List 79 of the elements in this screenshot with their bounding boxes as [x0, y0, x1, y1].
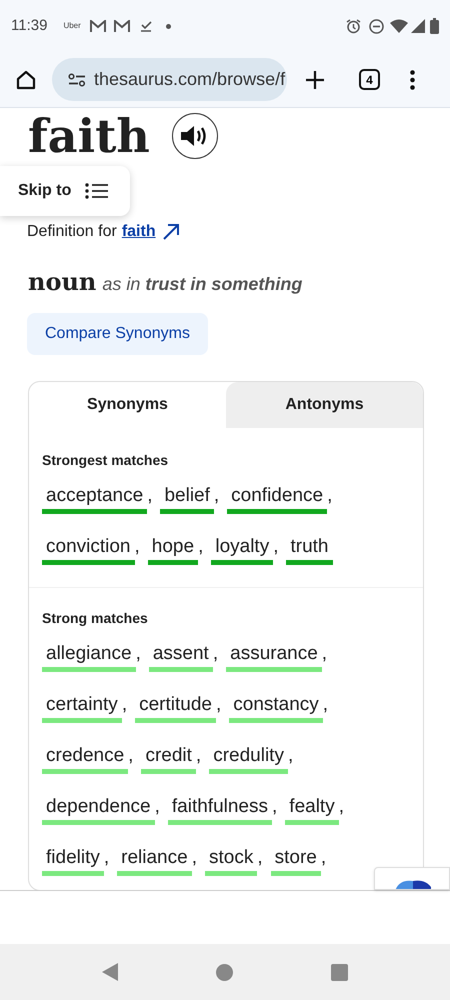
external-link-icon[interactable] [162, 223, 180, 241]
synonym-link[interactable]: credence [42, 743, 128, 774]
notification-label: Uber [63, 20, 81, 32]
comma: , [122, 693, 128, 717]
comma: , [338, 795, 344, 819]
synonym-link[interactable]: constancy [229, 692, 323, 723]
comma: , [192, 846, 197, 870]
do-not-disturb-icon [369, 18, 384, 34]
sense-text: as in trust in something [102, 273, 302, 296]
synonym-link[interactable]: fealty [285, 794, 339, 825]
more-menu-icon[interactable] [410, 70, 415, 90]
synonym-link[interactable]: loyalty [211, 534, 274, 565]
home-icon[interactable] [16, 70, 36, 90]
mail-icon [114, 20, 130, 32]
download-done-icon [140, 20, 152, 32]
comma: , [216, 693, 222, 717]
synonym-link[interactable]: truth [286, 534, 333, 565]
synonym-link[interactable]: credulity [209, 743, 288, 774]
synonym-link[interactable]: fidelity [42, 845, 104, 876]
comma: , [272, 795, 278, 819]
skip-to-label: Skip to [18, 181, 72, 201]
list-icon [85, 183, 108, 199]
comma: , [154, 795, 160, 819]
synonym-link[interactable]: reliance [117, 845, 192, 876]
synonym-link[interactable]: allegiance [42, 641, 136, 672]
comma: , [128, 744, 134, 768]
synonym-link[interactable]: assurance [226, 641, 322, 672]
comma: , [214, 484, 220, 508]
battery-icon [430, 18, 439, 34]
group-heading: Strongest matches [42, 451, 170, 470]
comma: , [320, 846, 326, 870]
synonym-link[interactable]: conviction [42, 534, 134, 565]
part-of-speech: noun [28, 266, 96, 298]
wifi-icon [390, 19, 408, 33]
alarm-icon [346, 18, 361, 34]
address-bar[interactable]: thesaurus.com/browse/f [52, 58, 287, 101]
group-heading: Strong matches [42, 609, 149, 628]
comma: , [196, 744, 202, 768]
synonym-link[interactable]: dependence [42, 794, 155, 825]
synonym-link[interactable]: certitude [135, 692, 216, 723]
dot-icon [166, 24, 171, 28]
definition-label: Definition for [27, 222, 117, 242]
synonym-link[interactable]: acceptance [42, 483, 148, 514]
comma: , [147, 484, 152, 508]
tab[interactable]: Antonyms [226, 382, 423, 428]
comma: , [136, 642, 141, 666]
headword: faith [28, 110, 150, 162]
recents-icon[interactable] [331, 964, 348, 980]
comma: , [322, 693, 328, 717]
status-time: 11:39 [11, 16, 48, 36]
synonym-link[interactable]: confidence [227, 483, 328, 514]
comma: , [322, 642, 328, 666]
synonym-link[interactable]: stock [204, 845, 258, 876]
site-settings-icon[interactable] [68, 72, 86, 86]
comma: , [198, 535, 204, 559]
mail-icon [90, 20, 106, 32]
signal-icon [411, 19, 425, 33]
comma: , [104, 846, 110, 870]
synonym-link[interactable]: certainty [42, 692, 122, 723]
tab-switcher-button[interactable]: 4 [359, 69, 380, 90]
comma: , [257, 846, 263, 870]
synonym-link[interactable]: assent [148, 641, 213, 672]
comma: , [273, 535, 278, 559]
new-tab-icon[interactable] [305, 70, 325, 90]
synonym-link[interactable]: hope [148, 534, 198, 565]
audio-button[interactable] [172, 113, 218, 159]
url-text: thesaurus.com/browse/f [94, 68, 286, 91]
comma: , [134, 535, 140, 559]
back-icon[interactable] [102, 963, 118, 981]
skip-to-button[interactable]: Skip to [0, 166, 130, 216]
definition-link[interactable]: faith [122, 220, 156, 244]
synonym-link[interactable]: store [270, 845, 321, 876]
synonym-link[interactable]: belief [160, 483, 214, 514]
comma: , [288, 744, 294, 768]
comma: , [327, 484, 332, 508]
synonym-link[interactable]: credit [141, 743, 196, 774]
compare-synonyms-button[interactable]: Compare Synonyms [27, 313, 208, 355]
synonym-link[interactable]: faithfulness [168, 794, 272, 825]
comma: , [212, 642, 218, 666]
